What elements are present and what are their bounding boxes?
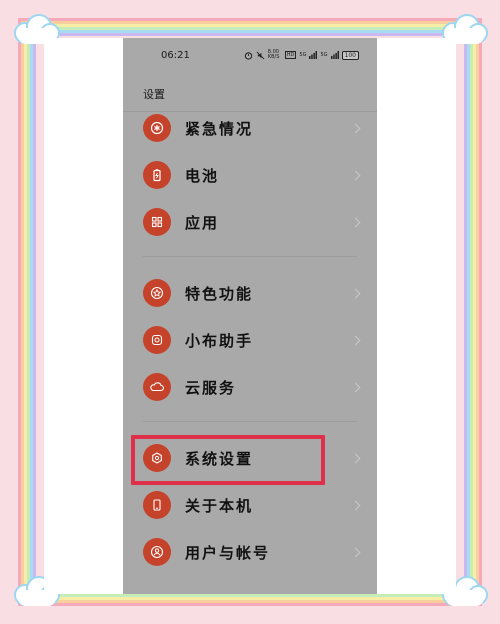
group-divider	[143, 256, 357, 257]
settings-item-label: 小布助手	[185, 331, 254, 350]
settings-item-about-phone[interactable]: 关于本机	[123, 485, 377, 525]
settings-item-label: 云服务	[185, 378, 237, 397]
status-bar: 06:21 8.00 KB/S HD 5G 5G 100	[123, 48, 377, 64]
cloud-icon	[143, 373, 171, 401]
battery-indicator: 100	[341, 50, 359, 60]
signal-label-2: 5G	[320, 52, 328, 58]
settings-item-special-features[interactable]: 特色功能	[123, 273, 377, 313]
highlight-box	[131, 435, 325, 485]
chevron-right-icon	[350, 170, 361, 180]
chevron-right-icon	[350, 382, 361, 392]
chevron-right-icon	[350, 123, 361, 133]
status-time: 06:21	[161, 50, 190, 61]
grid-icon	[143, 208, 171, 236]
settings-item-breeno-assistant[interactable]: 小布助手	[123, 320, 377, 360]
settings-item-emergency[interactable]: 紧急情况	[123, 108, 377, 148]
settings-item-label: 电池	[185, 166, 220, 185]
alarm-icon	[244, 51, 252, 60]
page-title: 设置	[143, 88, 165, 101]
asterisk-icon	[143, 114, 171, 142]
settings-item-users-accounts[interactable]: 用户与帐号	[123, 532, 377, 572]
chevron-right-icon	[350, 453, 361, 463]
settings-item-label: 关于本机	[185, 496, 254, 515]
assistant-icon	[143, 326, 171, 354]
user-icon	[143, 538, 171, 566]
settings-item-label: 应用	[185, 213, 220, 232]
chevron-right-icon	[350, 288, 361, 298]
signal-label-1: 5G	[299, 52, 307, 58]
group-divider	[143, 421, 357, 422]
settings-item-battery[interactable]: 电池	[123, 155, 377, 195]
settings-item-label: 用户与帐号	[185, 543, 271, 562]
signal-icon-2	[330, 51, 339, 59]
signal-icon-1	[309, 51, 318, 59]
net-speed: 8.00 KB/S	[267, 49, 280, 60]
phone-screen: 06:21 8.00 KB/S HD 5G 5G 100 设置 紧急情况 电池	[123, 38, 377, 594]
settings-item-label: 特色功能	[185, 284, 254, 303]
star-icon	[143, 279, 171, 307]
settings-item-cloud-service[interactable]: 云服务	[123, 367, 377, 407]
settings-item-label: 紧急情况	[185, 119, 254, 138]
chevron-right-icon	[350, 335, 361, 345]
chevron-right-icon	[350, 547, 361, 557]
chevron-right-icon	[350, 500, 361, 510]
settings-item-apps[interactable]: 应用	[123, 202, 377, 242]
battery-icon	[143, 161, 171, 189]
status-icons: 8.00 KB/S HD 5G 5G 100	[244, 50, 359, 60]
chevron-right-icon	[350, 217, 361, 227]
hd-badge: HD	[284, 51, 297, 59]
mute-icon	[256, 51, 265, 59]
phone-icon	[143, 491, 171, 519]
